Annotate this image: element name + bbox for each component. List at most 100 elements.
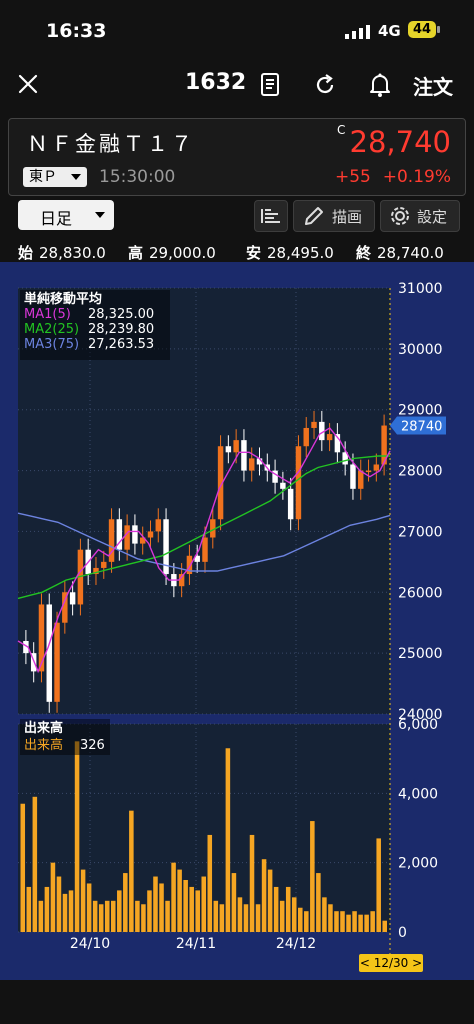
candle-body: [373, 464, 380, 471]
ma-legend: 単純移動平均 MA1(5) 28,325.00 MA2(25) 28,239.80 …: [20, 290, 170, 360]
volume-bar: [74, 741, 80, 932]
pencil-icon: [302, 205, 326, 231]
volume-bar: [261, 859, 267, 932]
volume-bar: [129, 810, 134, 932]
volume-bar: [50, 862, 56, 932]
x-tick-label: 24/11: [176, 936, 216, 952]
volume-bar: [322, 897, 327, 932]
draw-button[interactable]: 描画: [293, 200, 375, 232]
volume-y-tick-label: 0: [398, 925, 407, 941]
volume-legend-title: 出来高: [24, 721, 64, 736]
y-tick-label: 26000: [398, 585, 443, 601]
dropdown-icon: [95, 212, 105, 218]
close-icon[interactable]: [16, 72, 40, 96]
volume-bar: [382, 920, 387, 932]
volume-bar: [104, 900, 110, 932]
volume-bar: [316, 873, 321, 932]
volume-bar: [346, 914, 351, 932]
settings-button[interactable]: 設定: [380, 200, 460, 232]
volume-bar: [123, 873, 128, 932]
volume-bar: [267, 869, 273, 932]
last-price-tag: 28740: [401, 420, 442, 435]
volume-value: 326: [80, 738, 105, 753]
volume-bar: [328, 904, 333, 932]
volume-bar: [110, 900, 116, 932]
volume-bar: [225, 748, 231, 932]
ma1-value: 28,325.00: [88, 307, 155, 322]
candle-body: [132, 525, 138, 544]
candle-body: [358, 470, 364, 489]
volume-y-tick-label: 2,000: [398, 856, 438, 872]
volume-bar: [141, 904, 146, 932]
period-label: 日足: [40, 209, 73, 228]
volume-bar: [62, 893, 68, 932]
indicator-button[interactable]: [254, 200, 288, 232]
low-value: 28,495.0: [267, 244, 334, 262]
volume-bar: [249, 834, 255, 932]
candle-body: [54, 622, 60, 702]
volume-bar: [117, 890, 122, 932]
candle-body: [155, 519, 162, 532]
ma2-label: MA2(25): [24, 322, 80, 337]
volume-bar: [32, 796, 38, 932]
volume-bar: [243, 904, 249, 932]
y-tick-label: 29000: [398, 403, 443, 419]
x-tick-label: 24/10: [70, 936, 110, 952]
candle-body: [101, 561, 107, 568]
price-chart[interactable]: 24/10 24/11 24/12 31000 30000 29000 28000 27000…: [0, 262, 474, 980]
signal-icon: [345, 24, 371, 39]
candle-body: [303, 427, 309, 447]
volume-bar: [340, 911, 345, 932]
chart-area[interactable]: 24/10 24/11 24/12 31000 30000 29000 28000 27000…: [0, 262, 474, 980]
bell-icon[interactable]: [368, 71, 392, 99]
y-tick-label: 25000: [398, 646, 443, 662]
nav-bar: 1632 注文: [0, 60, 474, 110]
y-tick-label: 30000: [398, 342, 443, 358]
candle-body: [326, 434, 333, 441]
candle-body: [147, 531, 154, 538]
candle-body: [365, 470, 372, 473]
gear-icon: [389, 205, 411, 231]
market-select[interactable]: 東Ｐ: [23, 167, 87, 187]
volume-bar: [255, 904, 261, 932]
stock-name: ＮＦ金融Ｔ１７: [27, 132, 195, 156]
ma1-label: MA1(5): [24, 307, 71, 322]
settings-label: 設定: [417, 208, 448, 226]
y-tick-label: 28000: [398, 464, 443, 480]
market-label: 東Ｐ: [29, 169, 57, 185]
cursor-date-tag[interactable]: < 12/30 >: [359, 954, 423, 972]
candle-body: [295, 446, 302, 520]
open-value: 28,830.0: [39, 244, 106, 262]
price-change-pct: +0.19%: [382, 167, 451, 187]
y-tick-label: 27000: [398, 524, 443, 540]
volume-bar: [98, 904, 104, 932]
candle-body: [241, 440, 247, 471]
refresh-icon[interactable]: [313, 72, 337, 98]
stock-code-title: 1632: [185, 70, 247, 95]
volume-y-tick-label: 6,000: [398, 717, 438, 733]
volume-bar: [68, 890, 74, 932]
volume-bar: [20, 803, 26, 932]
volume-label: 出来高: [24, 738, 64, 753]
period-select[interactable]: 日足: [18, 200, 114, 230]
current-price: 28,740: [349, 125, 451, 159]
close-label: 終: [356, 244, 372, 262]
volume-bar: [358, 914, 363, 932]
candle-body: [287, 488, 294, 520]
ma3-label: MA3(75): [24, 337, 80, 352]
order-button[interactable]: 注文: [413, 71, 453, 100]
volume-bar: [376, 838, 381, 932]
volume-bar: [207, 834, 213, 932]
dropdown-icon: [71, 174, 81, 180]
volume-bar: [165, 900, 170, 932]
network-label: 4G: [378, 22, 401, 40]
open-label: 始: [18, 244, 34, 262]
document-icon[interactable]: [258, 72, 282, 98]
volume-bar: [279, 900, 285, 932]
volume-bar: [153, 876, 158, 932]
candle-body: [46, 604, 52, 702]
cursor-date: < 12/30 >: [359, 956, 423, 970]
candle-body: [350, 464, 356, 489]
draw-label: 描画: [332, 208, 363, 226]
volume-bar: [304, 911, 309, 932]
